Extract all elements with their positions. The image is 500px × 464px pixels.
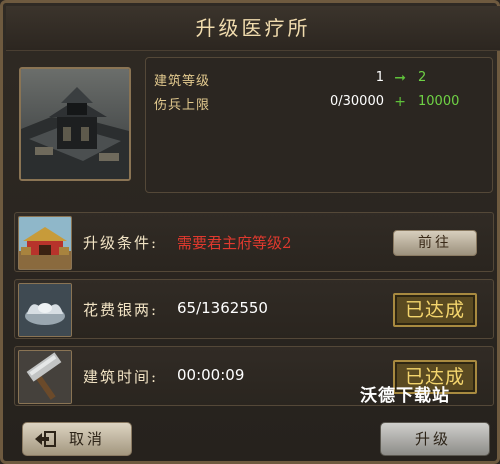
requirement-value: 00:00:09 xyxy=(177,366,245,384)
requirement-label: 升级条件: xyxy=(83,234,159,252)
stat-next: 2 xyxy=(418,70,427,85)
exit-arrow-icon xyxy=(35,431,56,447)
status-badge-completed: 已达成 xyxy=(393,293,477,327)
dialog-title: 升级医疗所 xyxy=(195,16,311,40)
cancel-button[interactable]: 取消 xyxy=(22,422,132,456)
stat-row-capacity: 伤兵上限 0/30000 + 10000 xyxy=(146,94,492,116)
requirement-label: 建筑时间: xyxy=(83,368,159,386)
building-image xyxy=(19,67,131,181)
upgrade-dialog: 升级医疗所 建筑等级 1 ➞ 2 伤兵上限 0/30000 + 10000 升级… xyxy=(0,0,500,464)
hammer-icon xyxy=(18,350,72,404)
stat-next: 10000 xyxy=(418,94,460,109)
upgrade-button[interactable]: 升级 xyxy=(380,422,490,456)
requirement-label: 花费银两: xyxy=(83,301,159,319)
arrow-right-icon: ➞ xyxy=(394,70,406,86)
requirement-value: 65/1362550 xyxy=(177,299,268,317)
stat-label: 建筑等级 xyxy=(154,74,211,89)
requirement-row-silver: 花费银两: 65/1362550 已达成 xyxy=(14,279,494,339)
stats-panel: 建筑等级 1 ➞ 2 伤兵上限 0/30000 + 10000 xyxy=(145,57,493,193)
cancel-label: 取消 xyxy=(69,430,106,448)
medical-building-icon xyxy=(21,69,129,179)
requirement-row-condition: 升级条件: 需要君主府等级2 前往 xyxy=(14,212,494,272)
goto-button[interactable]: 前往 xyxy=(393,230,477,256)
title-bar: 升级医疗所 xyxy=(6,6,500,51)
plus-icon: + xyxy=(394,94,406,110)
watermark: 沃德下载站 xyxy=(360,386,450,406)
stat-label: 伤兵上限 xyxy=(154,98,211,113)
stat-current: 1 xyxy=(375,70,384,85)
requirement-value: 需要君主府等级2 xyxy=(177,234,292,252)
upgrade-label: 升级 xyxy=(415,430,452,448)
silver-ingot-icon xyxy=(18,283,72,337)
stat-row-level: 建筑等级 1 ➞ 2 xyxy=(146,70,492,92)
palace-icon xyxy=(18,216,72,270)
stat-current: 0/30000 xyxy=(329,94,384,109)
